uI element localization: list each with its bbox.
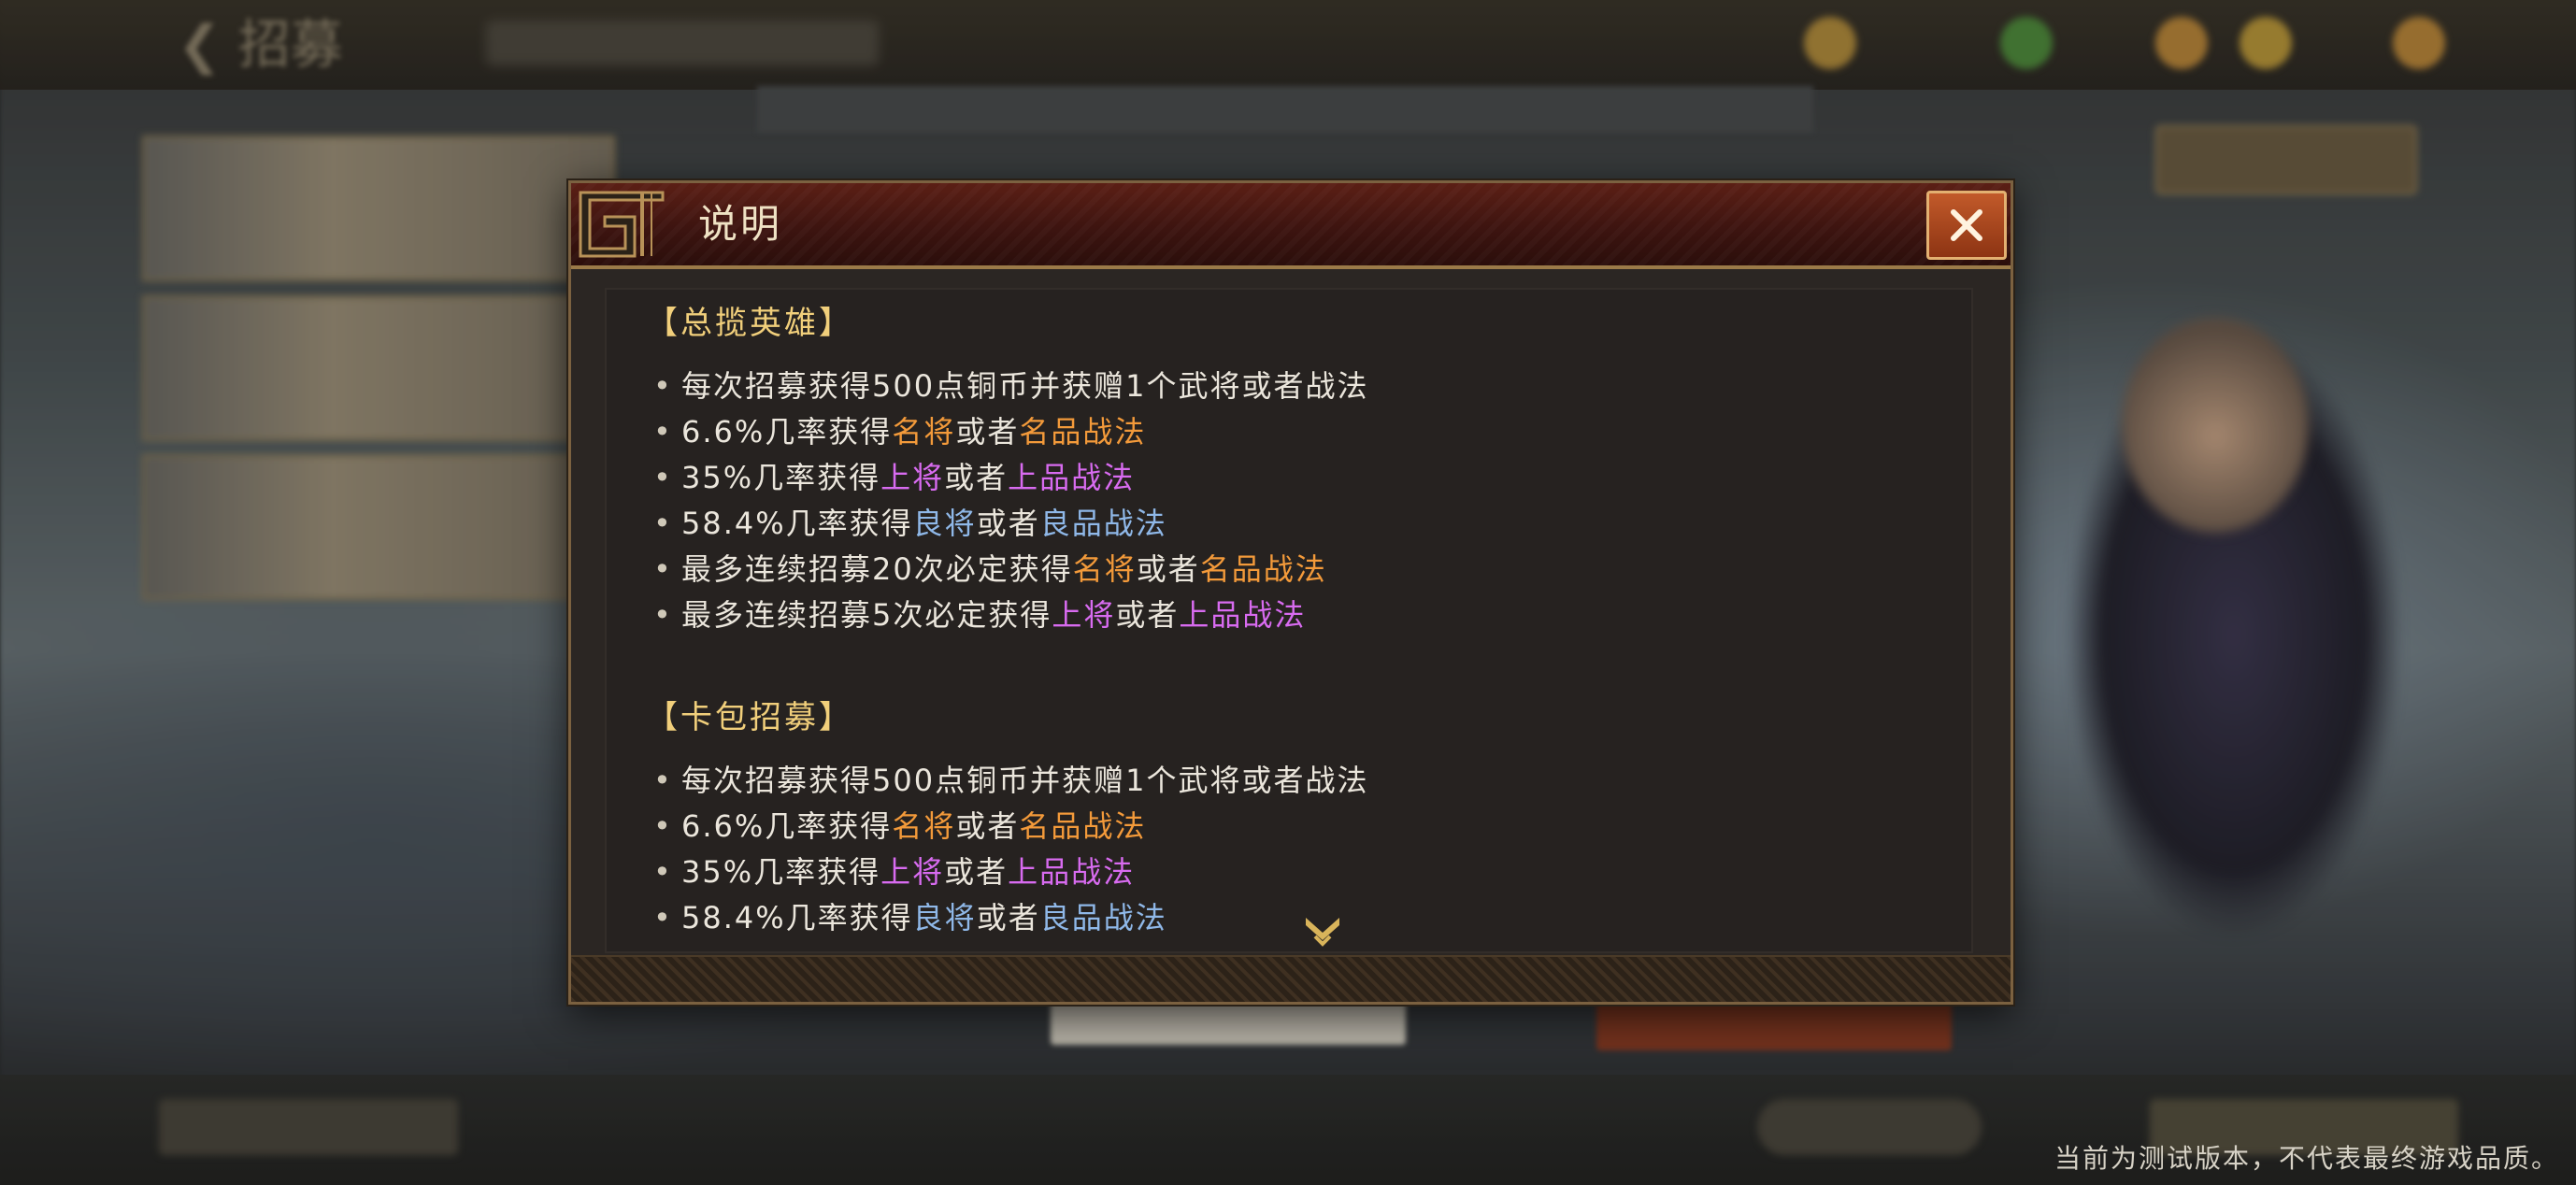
list-item: • 每次招募获得500点铜币并获赠1个武将或者战法 (653, 763, 1369, 798)
item-highlight: 上将 (880, 854, 945, 890)
test-version-notice: 当前为测试版本，不代表最终游戏品质。 (2054, 1143, 2559, 1174)
section-title: 【总揽英雄】 (646, 305, 853, 342)
item-text: 每次招募获得500点铜币并获赠1个武将或者战法 (681, 763, 1369, 798)
list-item: • 6.6%几率获得名将或者名品战法 (653, 414, 1147, 450)
item-highlight: 上将 (880, 460, 945, 495)
item-text: 或者 (944, 460, 1009, 495)
dialog-header: 说明 (571, 183, 2011, 269)
item-text: 或者 (1115, 597, 1180, 633)
list-item: • 6.6%几率获得名将或者名品战法 (653, 808, 1147, 844)
item-highlight: 名将 (892, 808, 956, 844)
content-panel[interactable]: 【总揽英雄】 • 每次招募获得500点铜币并获赠1个武将或者战法 • 6.6%几率获… (605, 288, 1973, 953)
info-dialog: 说明 【总揽英雄】 • 每次招募获得500点铜币并获赠1个武将或者战法 • 6.6%… (568, 180, 2013, 1005)
item-text: 或者 (976, 506, 1040, 541)
dialog-title: 说明 (698, 201, 783, 247)
item-highlight: 上品战法 (1008, 854, 1136, 890)
item-highlight: 上将 (1052, 597, 1116, 633)
item-text: 每次招募获得500点铜币并获赠1个武将或者战法 (681, 368, 1369, 404)
list-item: • 最多连续招募20次必定获得名将或者名品战法 (653, 551, 1327, 587)
item-text: 或者 (976, 900, 1040, 935)
ornament-icon (579, 191, 665, 258)
item-text: 最多连续招募20次必定获得 (681, 551, 1073, 587)
item-highlight: 上品战法 (1008, 460, 1136, 495)
item-highlight: 名将 (1072, 551, 1137, 587)
item-text: 6.6%几率获得 (681, 414, 893, 450)
item-text: 35%几率获得 (681, 854, 881, 890)
list-item: • 35%几率获得上将或者上品战法 (653, 854, 1136, 890)
section-title: 【卡包招募】 (646, 699, 853, 736)
item-text: 58.4%几率获得 (681, 900, 913, 935)
item-text: 或者 (955, 808, 1020, 844)
item-text: 35%几率获得 (681, 460, 881, 495)
item-highlight: 名将 (892, 414, 956, 450)
item-text: 或者 (955, 414, 1020, 450)
item-highlight: 上品战法 (1179, 597, 1307, 633)
item-highlight: 良将 (912, 900, 977, 935)
list-item: • 58.4%几率获得良将或者良品战法 (653, 900, 1167, 935)
item-highlight: 良品战法 (1039, 506, 1167, 541)
item-highlight: 名品战法 (1199, 551, 1327, 587)
chevron-down-icon[interactable] (1302, 912, 1343, 949)
list-item: • 最多连续招募5次必定获得上将或者上品战法 (653, 597, 1307, 633)
list-item: • 每次招募获得500点铜币并获赠1个武将或者战法 (653, 368, 1369, 404)
close-icon (1951, 209, 1982, 241)
item-highlight: 良将 (912, 506, 977, 541)
item-text: 6.6%几率获得 (681, 808, 893, 844)
item-highlight: 良品战法 (1039, 900, 1167, 935)
item-text: 或者 (944, 854, 1009, 890)
list-item: • 35%几率获得上将或者上品战法 (653, 460, 1136, 495)
item-text: 最多连续招募5次必定获得 (681, 597, 1052, 633)
list-item: • 58.4%几率获得良将或者良品战法 (653, 506, 1167, 541)
close-button[interactable] (1926, 191, 2007, 260)
dialog-footer (571, 955, 2011, 1002)
item-highlight: 名品战法 (1019, 414, 1147, 450)
item-highlight: 名品战法 (1019, 808, 1147, 844)
item-text: 58.4%几率获得 (681, 506, 913, 541)
item-text: 或者 (1136, 551, 1200, 587)
